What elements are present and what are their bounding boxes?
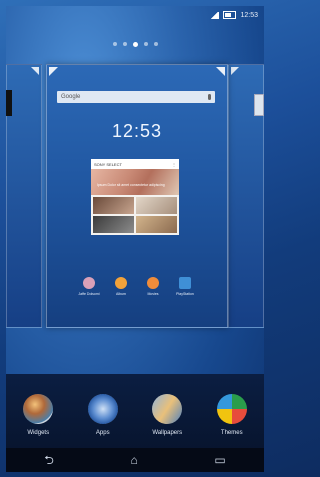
app-label: Jaffe Dolsomi	[78, 292, 100, 296]
recent-apps-icon[interactable]: ▭	[214, 454, 225, 466]
dock-label: Apps	[95, 430, 110, 436]
panel-edge-marker	[6, 90, 12, 116]
page-indicator	[6, 42, 264, 47]
themes-icon	[216, 394, 247, 424]
mic-icon[interactable]	[208, 94, 211, 100]
google-search-bar[interactable]: Google	[57, 91, 215, 103]
widget-tile[interactable]	[136, 216, 177, 233]
widgets-button[interactable]: Widgets	[10, 394, 66, 436]
signal-icon	[210, 11, 220, 19]
widget-title: SONY SELECT	[94, 161, 122, 167]
movies-icon	[147, 277, 159, 289]
back-icon[interactable]: ⮌	[44, 454, 54, 466]
apps-icon	[87, 394, 118, 424]
playstation-icon	[179, 277, 191, 289]
widget-caption: Ipsum Dolor sit amet consectetur adipisc…	[97, 183, 165, 187]
widget-tiles	[93, 197, 177, 233]
panel-edge-marker	[254, 94, 264, 116]
home-screen-editor: 12:53 Google 12:53 SONY SELECT ⋮ Ipsum D…	[6, 6, 264, 472]
album-icon	[115, 277, 127, 289]
widget-tile[interactable]	[93, 197, 134, 214]
page-dot[interactable]	[112, 42, 117, 46]
home-panel-current[interactable]: Google 12:53 SONY SELECT ⋮ Ipsum Dolor s…	[46, 64, 228, 328]
page-dot[interactable]	[153, 42, 158, 46]
wallpapers-icon	[149, 391, 186, 427]
apps-button[interactable]: Apps	[75, 394, 131, 436]
dock-label: Wallpapers	[152, 430, 183, 436]
sony-select-widget[interactable]: SONY SELECT ⋮ Ipsum Dolor sit amet conse…	[91, 159, 179, 235]
home-app-row: Jaffe Dolsomi Album Movies PlayStation	[75, 277, 199, 296]
widgets-icon	[23, 394, 54, 424]
widget-feature-image[interactable]	[91, 169, 179, 195]
themes-button[interactable]: Themes	[204, 394, 260, 436]
app-label: PlayStation	[176, 292, 194, 296]
customize-dock: Widgets Apps Wallpapers Themes	[6, 374, 264, 448]
battery-icon	[223, 11, 237, 19]
set-home-panel-icon[interactable]	[49, 67, 58, 76]
dock-label: Widgets	[27, 430, 50, 436]
app-shortcut[interactable]: Movies	[139, 277, 167, 296]
remove-panel-icon[interactable]	[31, 67, 39, 75]
app-label: Movies	[147, 292, 159, 296]
app-shortcut[interactable]: Jaffe Dolsomi	[75, 277, 103, 296]
widget-tile[interactable]	[93, 216, 134, 233]
app-icon	[83, 277, 95, 289]
app-shortcut[interactable]: PlayStation	[171, 277, 199, 296]
wallpapers-button[interactable]: Wallpapers	[139, 391, 195, 436]
app-shortcut[interactable]: Album	[107, 277, 135, 296]
app-label: Album	[116, 292, 126, 296]
dock-label: Themes	[220, 430, 243, 436]
search-placeholder: Google	[61, 94, 81, 100]
widget-tile[interactable]	[136, 197, 177, 214]
remove-panel-icon[interactable]	[231, 67, 239, 75]
page-dot[interactable]	[122, 42, 127, 46]
status-time: 12:53	[240, 11, 258, 19]
clock-widget[interactable]: 12:53	[47, 121, 227, 142]
page-dot[interactable]	[143, 42, 148, 46]
widget-menu-icon[interactable]: ⋮	[172, 162, 176, 167]
remove-panel-icon[interactable]	[216, 67, 225, 76]
status-bar: 12:53	[6, 6, 264, 24]
page-dot-active[interactable]	[132, 42, 138, 47]
navigation-bar: ⮌ ⌂ ▭	[6, 448, 264, 472]
home-icon[interactable]: ⌂	[131, 454, 138, 466]
widget-header: SONY SELECT ⋮	[91, 159, 179, 169]
